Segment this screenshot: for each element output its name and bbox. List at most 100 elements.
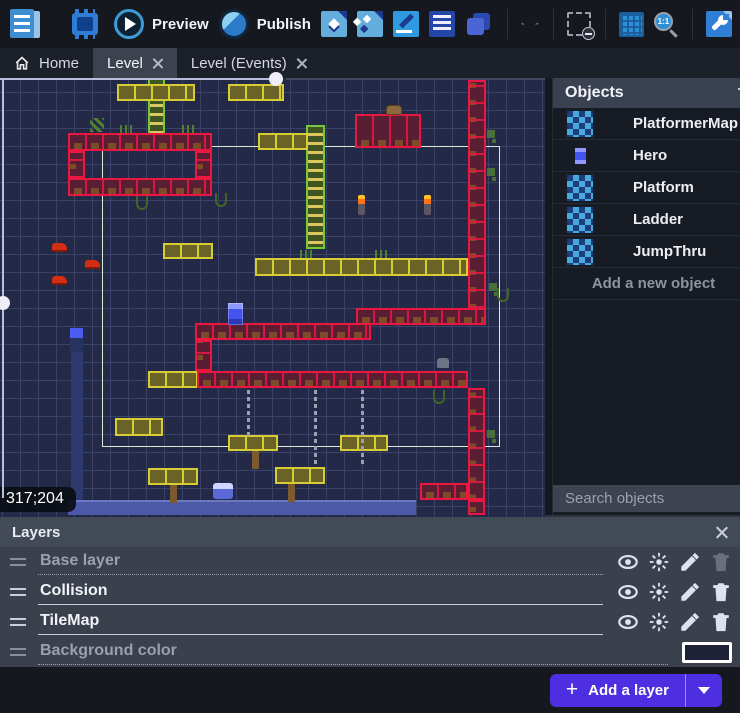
zoom-reset-button[interactable]: 1:1 bbox=[654, 12, 678, 36]
properties-panel-button[interactable] bbox=[393, 11, 419, 37]
visibility-eye-icon[interactable] bbox=[617, 611, 639, 633]
drag-handle-icon[interactable] bbox=[10, 618, 26, 626]
yellow-tile[interactable] bbox=[148, 468, 198, 485]
effects-flare-icon[interactable] bbox=[648, 551, 670, 573]
grid-toggle-button[interactable] bbox=[619, 12, 644, 37]
critter-sprite[interactable] bbox=[52, 243, 67, 252]
redv-tile[interactable] bbox=[195, 340, 212, 371]
object-groups-panel-button[interactable] bbox=[357, 11, 383, 37]
red-tile[interactable] bbox=[195, 323, 371, 340]
redv-tile[interactable] bbox=[468, 500, 485, 515]
vine-sprite bbox=[433, 390, 445, 404]
object-list-item[interactable]: Ladder bbox=[553, 204, 740, 236]
layer-name-field[interactable]: Collision bbox=[38, 580, 603, 605]
vine-sprite bbox=[497, 288, 509, 302]
drag-handle-icon[interactable] bbox=[10, 558, 26, 566]
object-list-item[interactable]: JumpThru bbox=[553, 236, 740, 268]
close-tab-icon[interactable] bbox=[296, 58, 307, 69]
debugger-button[interactable] bbox=[72, 13, 98, 35]
vertical-scroll-thumb[interactable] bbox=[0, 296, 10, 310]
edit-pencil-icon[interactable] bbox=[679, 551, 701, 573]
red-tile[interactable] bbox=[420, 483, 468, 500]
yellow-tile[interactable] bbox=[340, 435, 388, 451]
undo-button[interactable] bbox=[521, 12, 525, 36]
layers-panel-header: Layers bbox=[0, 517, 740, 547]
redv-tile[interactable] bbox=[468, 80, 486, 325]
vertical-scrollbar[interactable] bbox=[2, 78, 4, 498]
scene-settings-button[interactable] bbox=[706, 11, 732, 37]
red-tile[interactable] bbox=[197, 371, 468, 388]
publish-button[interactable]: Publish bbox=[219, 9, 311, 39]
drag-handle-icon[interactable] bbox=[10, 648, 26, 656]
critter-sprite[interactable] bbox=[52, 276, 67, 285]
close-layers-panel-button[interactable] bbox=[715, 526, 728, 539]
yellow-tile[interactable] bbox=[148, 371, 198, 388]
tab-home[interactable]: Home bbox=[0, 48, 93, 78]
tab-level-events[interactable]: Level (Events) bbox=[177, 48, 321, 78]
layer-name-field[interactable]: Background color bbox=[38, 640, 668, 665]
search-objects-input[interactable] bbox=[563, 489, 740, 508]
yellow-tile[interactable] bbox=[275, 467, 325, 484]
tab-level[interactable]: Level bbox=[93, 48, 177, 78]
object-list-item[interactable]: Hero bbox=[553, 140, 740, 172]
delete-trash-icon[interactable] bbox=[710, 611, 732, 633]
panel-gutter bbox=[545, 78, 552, 515]
hero-sprite[interactable] bbox=[228, 303, 243, 325]
red-tile[interactable] bbox=[68, 133, 212, 151]
bluecol-tile[interactable] bbox=[71, 352, 83, 500]
duck-sprite[interactable] bbox=[70, 328, 83, 352]
yellow-tile[interactable] bbox=[228, 435, 278, 451]
red-tile[interactable] bbox=[68, 178, 212, 196]
splash-sprite[interactable] bbox=[213, 483, 233, 499]
add-layer-dropdown-button[interactable] bbox=[686, 674, 722, 707]
redv-tile[interactable] bbox=[468, 388, 485, 500]
redo-button[interactable] bbox=[535, 12, 539, 36]
preview-button[interactable]: Preview bbox=[114, 9, 209, 39]
layers-panel-button[interactable] bbox=[465, 11, 491, 37]
visibility-eye-icon[interactable] bbox=[617, 581, 639, 603]
instances-list-button[interactable] bbox=[429, 11, 455, 37]
drag-handle-icon[interactable] bbox=[10, 588, 26, 596]
critter-sprite[interactable] bbox=[85, 260, 100, 269]
edit-pencil-icon[interactable] bbox=[679, 581, 701, 603]
delete-trash-icon[interactable] bbox=[710, 581, 732, 603]
gsq-sprite bbox=[487, 430, 495, 438]
object-list-item[interactable]: Platform bbox=[553, 172, 740, 204]
clear-selection-button[interactable] bbox=[567, 12, 591, 36]
object-list-item[interactable]: PlatformerMap bbox=[553, 108, 740, 140]
layer-list: Base layer Collision TileMap bbox=[0, 547, 740, 667]
magnifier-icon: 1:1 bbox=[654, 12, 673, 31]
yellow-tile[interactable] bbox=[117, 84, 195, 101]
delete-trash-icon[interactable] bbox=[710, 551, 732, 573]
add-layer-button[interactable]: + Add a layer bbox=[550, 674, 722, 707]
project-manager-button[interactable] bbox=[8, 7, 42, 41]
effects-flare-icon[interactable] bbox=[648, 611, 670, 633]
yellow-tile[interactable] bbox=[115, 418, 163, 436]
red-tile[interactable] bbox=[356, 308, 486, 325]
red-tile[interactable] bbox=[355, 114, 421, 148]
layer-name-field[interactable]: Base layer bbox=[38, 550, 603, 575]
ladder-tile[interactable] bbox=[306, 125, 325, 249]
background-color-swatch[interactable] bbox=[682, 642, 732, 663]
visibility-eye-icon[interactable] bbox=[617, 551, 639, 573]
close-tab-icon[interactable] bbox=[152, 58, 163, 69]
objects-panel-button[interactable] bbox=[321, 11, 347, 37]
horizontal-scroll-thumb[interactable] bbox=[269, 72, 283, 86]
yellow-tile[interactable] bbox=[255, 258, 468, 276]
water-tile[interactable] bbox=[68, 500, 416, 515]
redv-tile[interactable] bbox=[68, 151, 85, 178]
yellow-tile[interactable] bbox=[163, 243, 213, 259]
publish-label: Publish bbox=[257, 16, 311, 33]
effects-flare-icon[interactable] bbox=[648, 581, 670, 603]
scene-canvas[interactable]: 317;204 bbox=[0, 78, 545, 517]
horizontal-scrollbar[interactable] bbox=[0, 78, 272, 80]
layer-row: TileMap bbox=[0, 607, 740, 637]
yellow-tile[interactable] bbox=[228, 84, 284, 101]
chain-sprite bbox=[247, 390, 250, 436]
redv-tile[interactable] bbox=[195, 151, 212, 178]
layer-name-field[interactable]: TileMap bbox=[38, 610, 603, 635]
add-object-button[interactable]: Add a new object + bbox=[553, 268, 740, 300]
edit-pencil-icon[interactable] bbox=[679, 611, 701, 633]
list-icon bbox=[433, 15, 451, 33]
yellow-tile[interactable] bbox=[258, 133, 308, 150]
